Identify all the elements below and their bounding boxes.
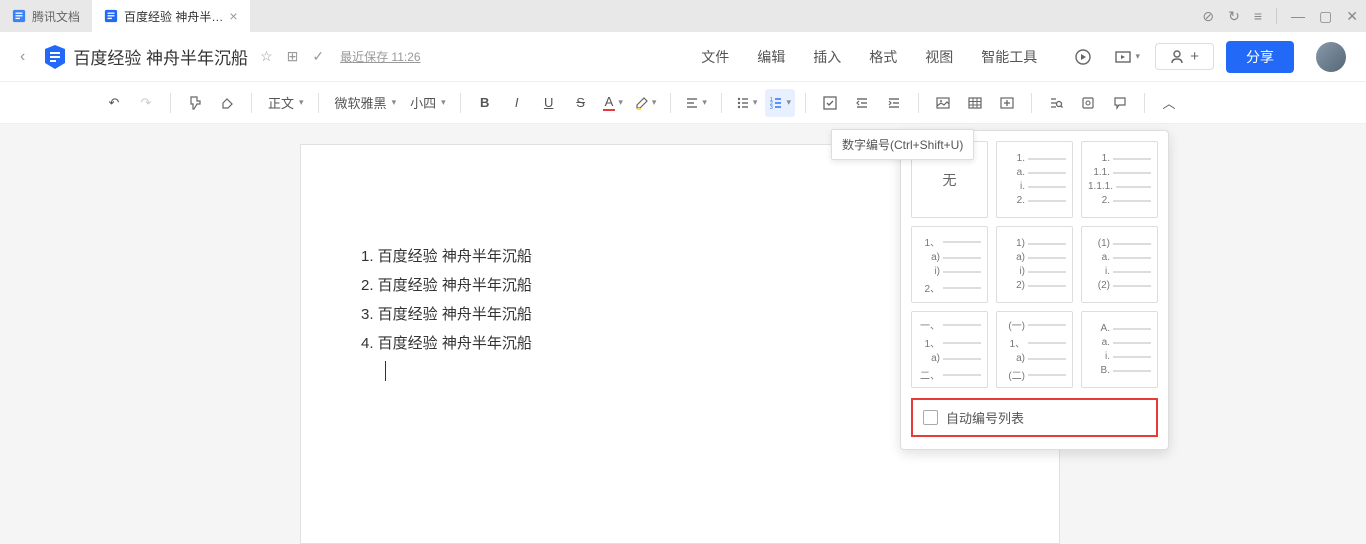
comment-button[interactable] [1106,89,1134,117]
vault-button[interactable] [1074,89,1102,117]
share-button[interactable]: 分享 [1226,41,1294,73]
tencent-docs-icon [12,9,26,23]
find-button[interactable] [1042,89,1070,117]
list-style-option[interactable]: 1、a)i)2、 [911,226,988,303]
add-icon[interactable]: ⊞ [287,48,299,65]
checkbox[interactable] [923,410,938,425]
menu-insert[interactable]: 插入 [813,47,841,67]
clear-format-button[interactable] [213,89,241,117]
tab-label: 百度经验 神舟半… [124,8,223,25]
list-options-grid: 无1.a.i.2.1.1.1.1.1.1.2.1、a)i)2、1)a)i)2)(… [901,131,1168,392]
menu-view[interactable]: 视图 [925,47,953,67]
numbered-list-button[interactable]: 123▾ [765,89,795,117]
close-window-icon[interactable]: ✕ [1346,8,1358,25]
app-logo-icon [41,43,69,71]
outdent-button[interactable] [848,89,876,117]
maximize-icon[interactable]: ▢ [1319,8,1332,25]
undo-button[interactable]: ↶ [100,89,128,117]
svg-text:3: 3 [770,105,773,110]
block-icon[interactable]: ⊘ [1202,8,1214,25]
menu-file[interactable]: 文件 [701,47,729,67]
style-select[interactable]: 正文▾ [262,89,308,117]
back-icon[interactable]: ‹ [20,48,25,66]
save-time[interactable]: 最近保存 11:26 [340,48,420,65]
toolbar: ↶ ↷ 正文▾ 微软雅黑▾ 小四▾ B I U S A▾ ▾ ▾ ▾ 123▾ … [0,82,1366,124]
avatar[interactable] [1316,42,1346,72]
font-select[interactable]: 微软雅黑▾ [329,89,401,117]
strikethrough-button[interactable]: S [567,89,595,117]
numbered-list-popup: 数字编号(Ctrl+Shift+U) 无1.a.i.2.1.1.1.1.1.1.… [900,130,1169,450]
tab-label: 腾讯文档 [32,8,80,25]
menu-icon[interactable]: ≡ [1254,8,1262,25]
minimize-icon[interactable]: — [1291,8,1305,25]
italic-button[interactable]: I [503,89,531,117]
plus-box-button[interactable] [993,89,1021,117]
document-title: 百度经验 神舟半年沉船 [73,44,248,69]
header-bar: ‹ 百度经验 神舟半年沉船 ☆ ⊞ ✓ 最近保存 11:26 文件 编辑 插入 … [0,32,1366,82]
tab-home[interactable]: 腾讯文档 [0,0,92,32]
check-icon: ✓ [312,48,324,65]
menu-bar: 文件 编辑 插入 格式 视图 智能工具 [701,47,1037,67]
size-select[interactable]: 小四▾ [404,89,450,117]
star-icon[interactable]: ☆ [260,48,273,65]
format-painter-button[interactable] [181,89,209,117]
align-button[interactable]: ▾ [681,89,711,117]
tab-document[interactable]: 百度经验 神舟半… × [92,0,250,32]
redo-button[interactable]: ↷ [132,89,160,117]
menu-format[interactable]: 格式 [869,47,897,67]
underline-button[interactable]: U [535,89,563,117]
window-controls: ⊘ ↻ ≡ — ▢ ✕ [1202,8,1358,25]
list-style-option[interactable]: (1)a.i.(2) [1081,226,1158,303]
menu-ai-tools[interactable]: 智能工具 [981,47,1037,67]
header-icons: ☆ ⊞ ✓ 最近保存 11:26 [260,48,421,65]
list-style-option[interactable]: (一)1、a)(二) [996,311,1073,388]
tab-bar: 腾讯文档 百度经验 神舟半… × ⊘ ↻ ≡ — ▢ ✕ [0,0,1366,32]
header-right: ▾ + 分享 [1067,41,1346,73]
menu-edit[interactable]: 编辑 [757,47,785,67]
doc-icon [104,9,118,23]
table-button[interactable] [961,89,989,117]
present-icon[interactable]: ▾ [1111,41,1143,73]
indent-button[interactable] [880,89,908,117]
collapse-button[interactable]: ︿ [1155,89,1183,117]
list-style-option[interactable]: 1)a)i)2) [996,226,1073,303]
auto-number-label: 自动编号列表 [946,408,1024,427]
list-style-option[interactable]: A.a.i.B. [1081,311,1158,388]
list-style-option[interactable]: 1.a.i.2. [996,141,1073,218]
refresh-icon[interactable]: ↻ [1228,8,1240,25]
list-style-option[interactable]: 一、1、a)二、 [911,311,988,388]
tooltip: 数字编号(Ctrl+Shift+U) [831,129,974,160]
highlight-button[interactable]: ▾ [631,89,661,117]
bullet-list-button[interactable]: ▾ [732,89,762,117]
font-color-button[interactable]: A▾ [599,89,627,117]
add-user-button[interactable]: + [1155,43,1214,70]
auto-number-option[interactable]: 自动编号列表 [911,398,1158,437]
text-cursor [385,361,386,381]
list-style-option[interactable]: 1.1.1.1.1.1.2. [1081,141,1158,218]
play-icon[interactable] [1067,41,1099,73]
image-button[interactable] [929,89,957,117]
bold-button[interactable]: B [471,89,499,117]
close-icon[interactable]: × [229,8,237,24]
checklist-button[interactable] [816,89,844,117]
